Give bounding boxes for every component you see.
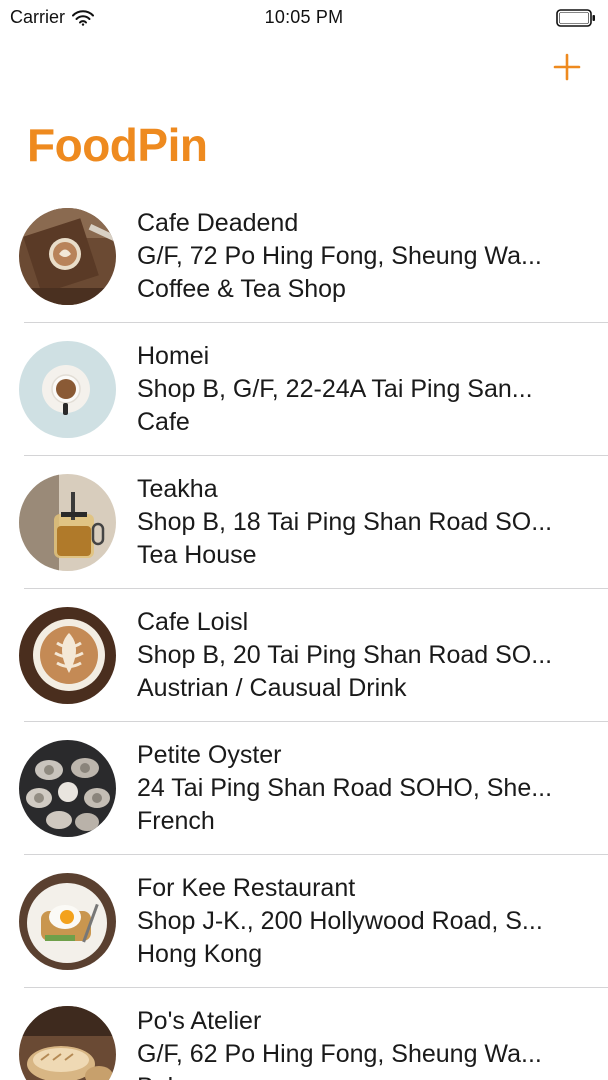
restaurant-location: Shop J-K., 200 Hollywood Road, S... — [137, 907, 543, 935]
restaurant-photo — [19, 341, 116, 438]
restaurant-type: Tea House — [137, 541, 257, 569]
restaurant-name: Cafe Loisl — [137, 608, 249, 636]
restaurant-type: Austrian / Causual Drink — [137, 674, 407, 702]
restaurant-location: Shop B, G/F, 22-24A Tai Ping San... — [137, 375, 533, 403]
restaurant-photo — [19, 1006, 116, 1080]
restaurant-photo — [19, 740, 116, 837]
restaurant-type: Bakery — [137, 1071, 589, 1080]
status-bar: Carrier 10:05 PM — [0, 0, 608, 36]
restaurant-type: Cafe — [137, 408, 190, 436]
restaurant-row-for-kee[interactable]: For Kee Restaurant Shop J-K., 200 Hollyw… — [0, 855, 608, 988]
restaurant-type: French — [137, 807, 215, 835]
restaurant-row-cafe-deadend[interactable]: Cafe Deadend G/F, 72 Po Hing Fong, Sheun… — [0, 190, 608, 323]
restaurant-list: Cafe Deadend G/F, 72 Po Hing Fong, Sheun… — [0, 190, 608, 1080]
restaurant-info: Cafe Deadend G/F, 72 Po Hing Fong, Sheun… — [137, 207, 589, 306]
restaurant-info: Homei Shop B, G/F, 22-24A Tai Ping San..… — [137, 340, 589, 439]
battery-icon — [556, 9, 595, 27]
restaurant-row-homei[interactable]: Homei Shop B, G/F, 22-24A Tai Ping San..… — [0, 323, 608, 456]
status-time: 10:05 PM — [264, 7, 344, 27]
restaurant-info: Po's Atelier G/F, 62 Po Hing Fong, Sheun… — [137, 1005, 589, 1080]
restaurant-name: Po's Atelier — [137, 1007, 262, 1035]
restaurant-info: For Kee Restaurant Shop J-K., 200 Hollyw… — [137, 872, 589, 971]
restaurant-photo — [19, 607, 116, 704]
restaurant-location: 24 Tai Ping Shan Road SOHO, She... — [137, 774, 553, 802]
restaurant-name: For Kee Restaurant — [137, 874, 356, 902]
restaurant-name: Petite Oyster — [137, 741, 282, 769]
restaurant-row-pos-atelier[interactable]: Po's Atelier G/F, 62 Po Hing Fong, Sheun… — [0, 988, 608, 1080]
restaurant-info: Cafe Loisl Shop B, 20 Tai Ping Shan Road… — [137, 606, 589, 705]
restaurant-name: Teakha — [137, 475, 218, 503]
restaurant-name: Cafe Deadend — [137, 209, 299, 237]
restaurant-row-petite-oyster[interactable]: Petite Oyster 24 Tai Ping Shan Road SOHO… — [0, 722, 608, 855]
restaurant-location: G/F, 72 Po Hing Fong, Sheung Wa... — [137, 242, 542, 270]
restaurant-type: Coffee & Tea Shop — [137, 275, 346, 303]
restaurant-photo — [19, 873, 116, 970]
restaurant-location: G/F, 62 Po Hing Fong, Sheung Wa... — [137, 1040, 542, 1068]
restaurant-location: Shop B, 20 Tai Ping Shan Road SO... — [137, 641, 553, 669]
restaurant-photo — [19, 474, 116, 571]
restaurant-row-cafe-loisl[interactable]: Cafe Loisl Shop B, 20 Tai Ping Shan Road… — [0, 589, 608, 722]
restaurant-photo — [19, 208, 116, 305]
restaurant-type: Hong Kong — [137, 940, 263, 968]
restaurant-row-teakha[interactable]: Teakha Shop B, 18 Tai Ping Shan Road SO.… — [0, 456, 608, 589]
restaurant-location: Shop B, 18 Tai Ping Shan Road SO... — [137, 508, 553, 536]
page-title: FoodPin — [27, 119, 208, 171]
restaurant-name: Homei — [137, 342, 210, 370]
restaurant-info: Petite Oyster 24 Tai Ping Shan Road SOHO… — [137, 739, 589, 838]
add-button[interactable] — [552, 52, 582, 82]
restaurant-info: Teakha Shop B, 18 Tai Ping Shan Road SO.… — [137, 473, 589, 572]
